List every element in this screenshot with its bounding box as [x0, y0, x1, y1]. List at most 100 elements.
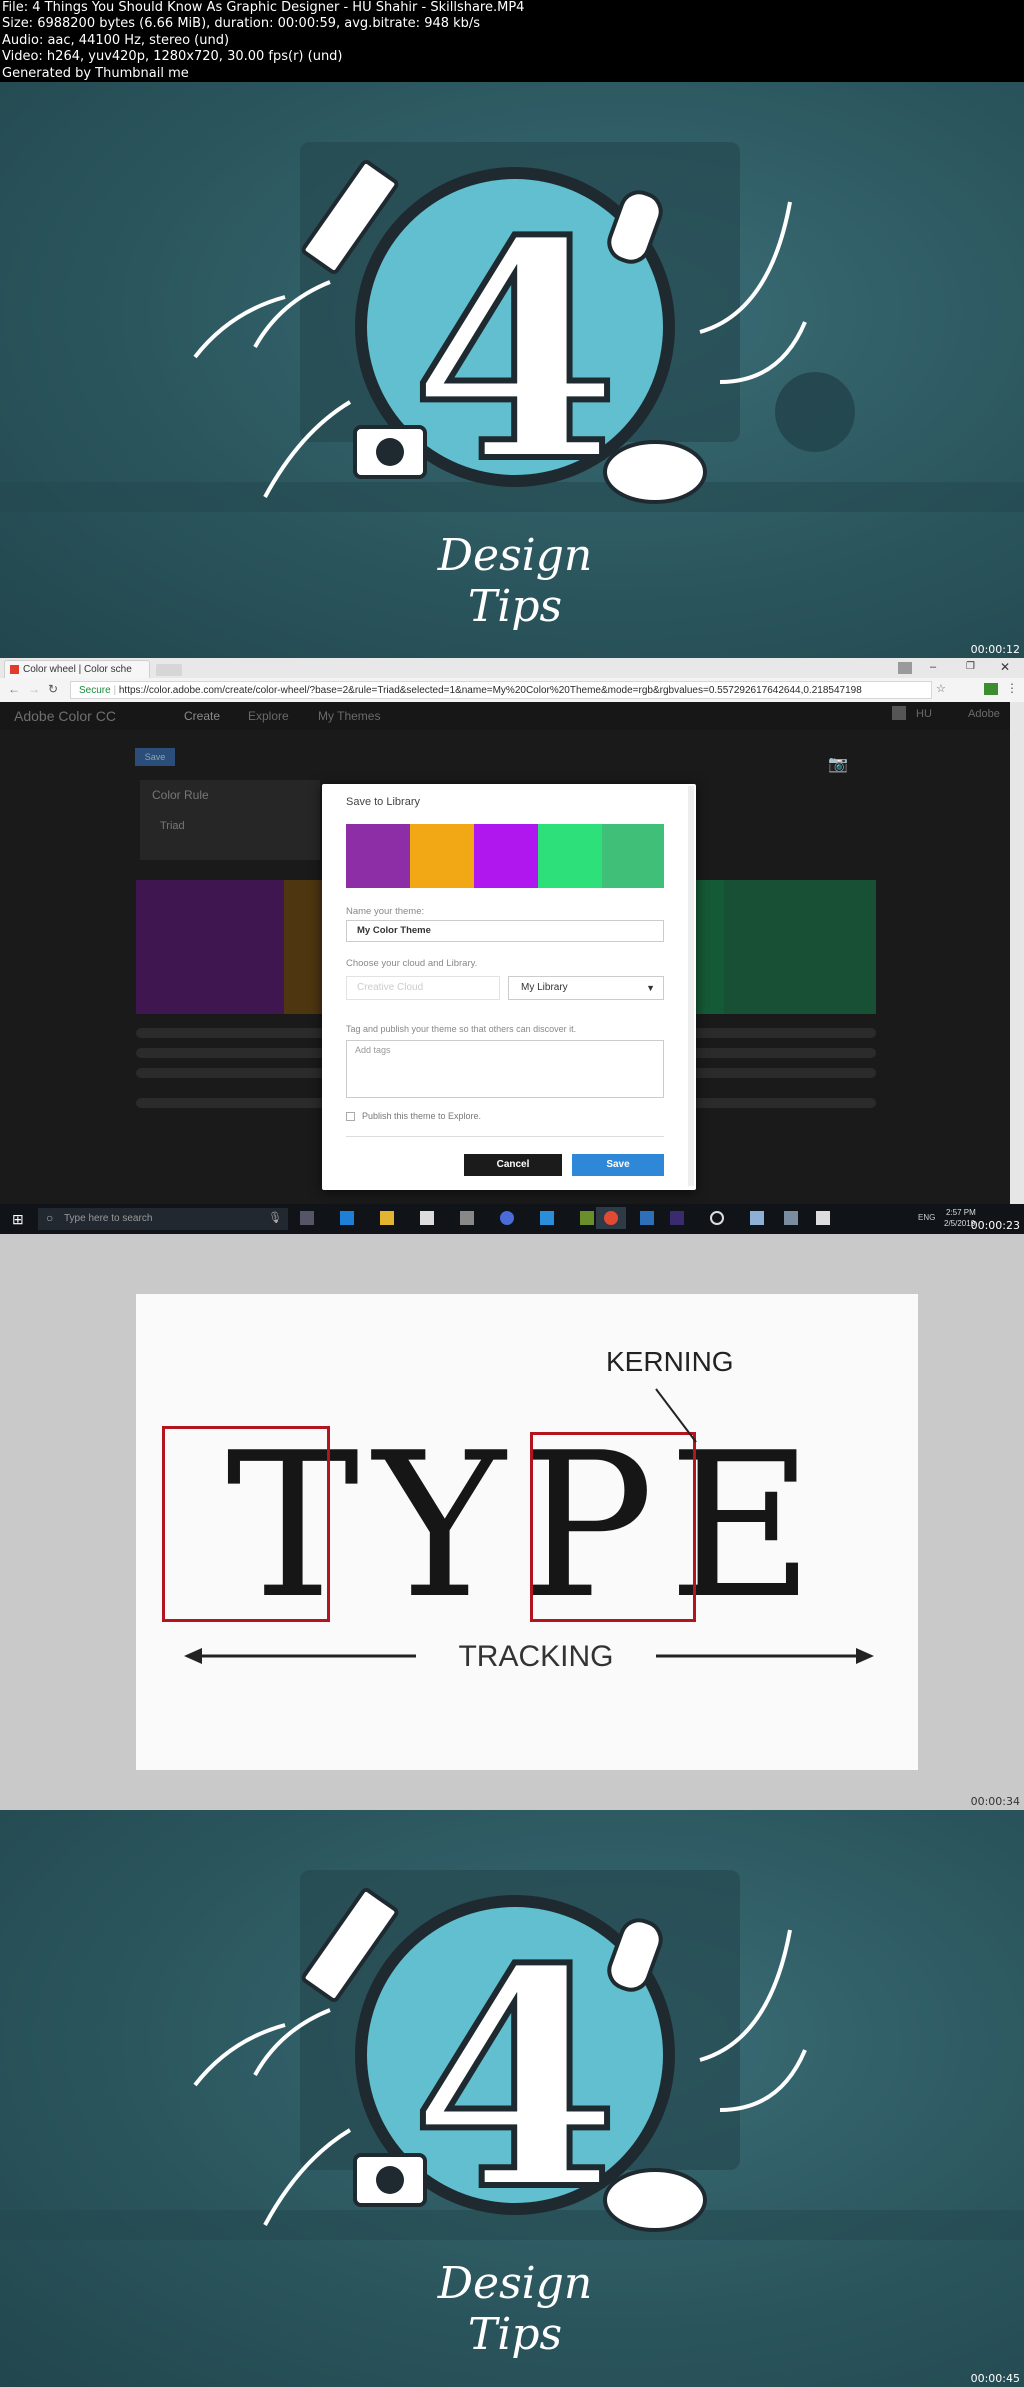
back-icon[interactable]: ←: [8, 682, 20, 696]
app-icon[interactable]: [784, 1211, 798, 1225]
swatch-2[interactable]: [410, 824, 474, 888]
big-four-numeral: 4: [408, 175, 623, 528]
swatch-orange-dim: [284, 880, 324, 1014]
app-icon[interactable]: [710, 1211, 724, 1225]
publish-checkbox[interactable]: [346, 1112, 355, 1121]
swatch-purple-dim: [136, 880, 284, 1014]
size-info-line: Size: 6988200 bytes (6.66 MiB), duration…: [2, 16, 481, 32]
cloud-label: Choose your cloud and Library.: [346, 958, 478, 969]
url-field[interactable]: Secure | https://color.adobe.com/create/…: [70, 681, 932, 699]
video-frame-design-tips-2: 4 Design Tips 00:00:45: [0, 1810, 1024, 2387]
library-value: My Library: [521, 982, 568, 993]
timestamp: 00:00:12: [970, 643, 1020, 656]
timestamp: 00:00:45: [970, 2372, 1020, 2385]
language-indicator[interactable]: ENG: [918, 1213, 935, 1222]
microphone-icon[interactable]: 🎙: [268, 1211, 282, 1224]
file-info-header: File: 4 Things You Should Know As Graphi…: [0, 0, 1024, 82]
save-to-library-dialog: Save to Library Name your theme: My Colo…: [322, 784, 696, 1190]
menu-icon[interactable]: ⋮: [1006, 681, 1018, 695]
swatch-4[interactable]: [538, 824, 602, 888]
app-icon[interactable]: [540, 1211, 554, 1225]
app-icon[interactable]: [500, 1211, 514, 1225]
nav-create[interactable]: Create: [184, 709, 220, 723]
design-tips-caption: Design Tips: [437, 2258, 593, 2360]
swatch-3[interactable]: [474, 824, 538, 888]
star-icon[interactable]: ☆: [936, 682, 946, 695]
clock-time[interactable]: 2:57 PM: [946, 1208, 976, 1217]
swatch-5[interactable]: [602, 824, 664, 888]
chrome-icon[interactable]: [604, 1211, 618, 1225]
app-icon[interactable]: [460, 1211, 474, 1225]
chevron-down-icon: ▼: [646, 983, 655, 993]
adobe-color-navbar: Adobe Color CC Create Explore My Themes …: [0, 702, 1010, 730]
timestamp: 00:00:34: [970, 1795, 1020, 1808]
store-icon[interactable]: [420, 1211, 434, 1225]
divider: [346, 1136, 664, 1137]
app-icon[interactable]: [640, 1211, 654, 1225]
profile-icon[interactable]: [898, 662, 912, 674]
video-frame-typography: TYPE KERNING TRACKING 00:00:34: [0, 1234, 1024, 1810]
swatch-1[interactable]: [346, 824, 410, 888]
task-view-icon[interactable]: [300, 1211, 314, 1225]
cloud-select[interactable]: Creative Cloud: [346, 976, 500, 1000]
scrollbar[interactable]: [1010, 702, 1024, 1204]
windows-taskbar: ⊞ ○ Type here to search 🎙 ENG 2:57 PM 2/…: [0, 1204, 1024, 1234]
audio-info-line: Audio: aac, 44100 Hz, stereo (und): [2, 32, 230, 48]
browser-tab-bar: Color wheel | Color sche – ❐ ✕: [0, 658, 1024, 678]
windows-start-icon[interactable]: ⊞: [12, 1211, 24, 1228]
search-placeholder: Type here to search: [64, 1213, 153, 1224]
close-icon[interactable]: ✕: [1000, 660, 1010, 674]
secure-label: Secure: [79, 685, 111, 696]
apps-icon[interactable]: [892, 706, 906, 720]
publish-label: Publish this theme to Explore.: [362, 1111, 482, 1121]
swatch-green2-dim: [724, 880, 876, 1014]
browser-tab[interactable]: Color wheel | Color sche: [4, 660, 150, 678]
adobe-brand: Adobe: [968, 708, 1000, 720]
reload-icon[interactable]: ↻: [48, 682, 58, 696]
new-tab-button[interactable]: [156, 664, 182, 676]
address-bar: ← → ↻ Secure | https://color.adobe.com/c…: [0, 678, 1024, 703]
tracking-label: TRACKING: [458, 1640, 614, 1673]
nav-my-themes[interactable]: My Themes: [318, 709, 380, 723]
video-frame-design-tips-1: 4 Design Tips 00:00:12: [0, 82, 1024, 658]
library-select[interactable]: My Library ▼: [508, 976, 664, 1000]
maximize-icon[interactable]: ❐: [966, 661, 975, 672]
nav-explore[interactable]: Explore: [248, 709, 289, 723]
adobe-favicon-icon: [10, 665, 19, 674]
extension-icon[interactable]: [984, 683, 998, 695]
annotation-arrows: [184, 1388, 874, 1664]
after-effects-icon[interactable]: [670, 1211, 684, 1225]
big-four-numeral: 4: [408, 1903, 623, 2256]
tag-label: Tag and publish your theme so that other…: [346, 1024, 577, 1034]
cancel-button[interactable]: Cancel: [464, 1154, 562, 1176]
camera-icon[interactable]: 📷: [828, 754, 848, 774]
color-rule-label: Color Rule: [152, 788, 209, 802]
app-icon[interactable]: [580, 1211, 594, 1225]
browser-tab-title: Color wheel | Color sche: [23, 664, 132, 675]
app-icon[interactable]: [816, 1211, 830, 1225]
rule-value[interactable]: Triad: [160, 820, 185, 832]
app-icon[interactable]: [750, 1211, 764, 1225]
user-initials[interactable]: HU: [916, 708, 932, 720]
save-button[interactable]: Save: [572, 1154, 664, 1176]
minimize-icon[interactable]: –: [930, 661, 936, 673]
forward-icon[interactable]: →: [28, 682, 40, 696]
tags-textarea[interactable]: Add tags: [346, 1040, 664, 1098]
color-rule-panel: Color Rule Triad: [140, 780, 320, 860]
search-icon: ○: [46, 1211, 54, 1225]
dialog-scrollbar[interactable]: [688, 786, 694, 1186]
video-info-line: Video: h264, yuv420p, 1280x720, 30.00 fp…: [2, 49, 343, 65]
edge-icon[interactable]: [340, 1211, 354, 1225]
name-label: Name your theme:: [346, 906, 425, 917]
design-tips-caption: Design Tips: [437, 530, 593, 632]
dialog-title: Save to Library: [346, 796, 420, 808]
theme-name-input[interactable]: My Color Theme: [346, 920, 664, 942]
slide: TYPE KERNING TRACKING: [136, 1294, 918, 1770]
save-small-button[interactable]: Save: [135, 748, 175, 766]
app-name: Adobe Color CC: [14, 708, 116, 724]
generator-info-line: Generated by Thumbnail me: [2, 65, 189, 81]
file-explorer-icon[interactable]: [380, 1211, 394, 1225]
file-info-line: File: 4 Things You Should Know As Graphi…: [2, 0, 525, 15]
url-text: https://color.adobe.com/create/color-whe…: [118, 685, 862, 696]
search-box[interactable]: ○ Type here to search 🎙: [38, 1208, 288, 1230]
